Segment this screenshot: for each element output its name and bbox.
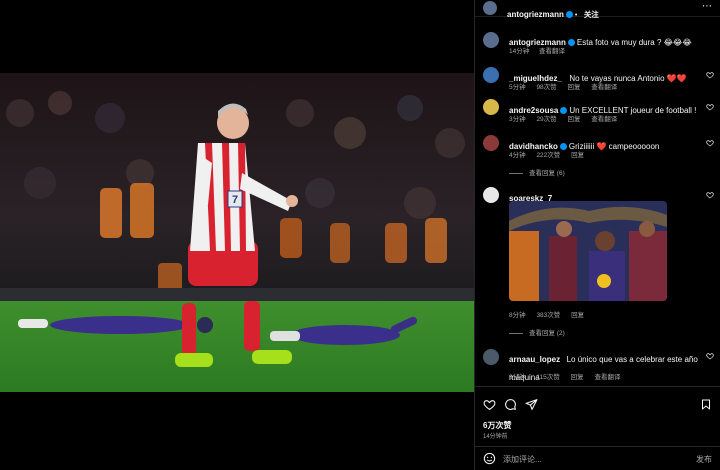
post-timestamp: 14分钟前 — [483, 434, 508, 440]
comment-icon[interactable] — [504, 398, 517, 411]
post-comment-button[interactable]: 发布 — [696, 454, 712, 465]
share-icon[interactable] — [525, 398, 538, 411]
like-count[interactable]: 6万次赞 — [483, 420, 511, 431]
commenter-avatar[interactable] — [483, 349, 499, 365]
commenter-avatar[interactable] — [483, 135, 499, 151]
post-media: 7 — [0, 0, 474, 470]
comments-panel: antogriezmann • 关注 ⋯ antogriezmann Esta fo… — [474, 0, 720, 470]
see-translation-link[interactable]: 查看翻译 — [591, 116, 617, 123]
commenter-avatar[interactable] — [483, 99, 499, 115]
comment-likes[interactable]: 115次赞 — [536, 374, 559, 381]
reply-button[interactable]: 回复 — [571, 312, 584, 319]
action-bar: 6万次赞 14分钟前 — [475, 386, 720, 440]
view-replies-button[interactable]: 查看回复 (2) — [509, 327, 565, 337]
comment-time: 8分钟 — [509, 312, 526, 319]
jersey-number: 7 — [232, 194, 238, 206]
reply-button[interactable]: 回复 — [571, 374, 584, 381]
view-replies-label: 查看回复 (2) — [529, 330, 565, 337]
comment-item: andre2sousa Un EXCELLENT joueur de footba… — [475, 96, 720, 124]
comment-item: arnaau_lopez Lo único que vas a celebrar… — [475, 346, 720, 382]
comment-image[interactable] — [509, 201, 667, 301]
reply-button[interactable]: 回复 — [567, 116, 580, 123]
comment-likes[interactable]: 98次赞 — [536, 84, 556, 91]
like-comment-icon[interactable] — [706, 103, 714, 111]
comment-username[interactable]: arnaau_lopez — [509, 355, 560, 364]
comment-time: 5分钟 — [509, 84, 526, 91]
comment-time: 3分钟 — [509, 374, 526, 381]
post-photo[interactable]: 7 — [0, 73, 474, 392]
comment-likes[interactable]: 383次赞 — [536, 312, 560, 319]
see-translation-link[interactable]: 查看翻译 — [594, 374, 620, 381]
see-translation-link[interactable]: 查看翻译 — [591, 84, 617, 91]
comment-likes[interactable]: 222次赞 — [536, 152, 560, 159]
like-comment-icon[interactable] — [706, 352, 714, 360]
follow-button[interactable]: 关注 — [584, 10, 599, 19]
commenter-avatar[interactable] — [483, 187, 499, 203]
like-comment-icon[interactable] — [706, 139, 714, 147]
commenter-avatar[interactable] — [483, 67, 499, 83]
comment-likes[interactable]: 29次赞 — [536, 116, 556, 123]
like-comment-icon[interactable] — [706, 71, 714, 79]
caption-avatar[interactable] — [483, 32, 499, 48]
view-replies-label: 查看回复 (6) — [529, 170, 565, 177]
verified-icon — [565, 11, 573, 18]
like-comment-icon[interactable] — [706, 191, 714, 199]
post-header: antogriezmann • 关注 ⋯ — [475, 0, 720, 19]
caption: antogriezmann Esta foto va muy dura ? 😂😂😂… — [475, 29, 720, 57]
reply-button[interactable]: 回复 — [571, 152, 584, 159]
author-avatar[interactable] — [483, 1, 497, 15]
comment-composer: 添加评论... 发布 — [475, 446, 720, 470]
reply-button[interactable]: 回复 — [567, 84, 580, 91]
emoji-icon[interactable] — [483, 452, 496, 465]
author-username[interactable]: antogriezmann — [507, 10, 564, 19]
like-icon[interactable] — [483, 398, 496, 411]
caption-time: 14分钟 — [509, 48, 530, 55]
comment-item: davidhancko Griziiiiii ❤️ campeooooon 4分钟… — [475, 132, 720, 178]
comment-time: 4分钟 — [509, 152, 526, 159]
see-translation-link[interactable]: 查看翻译 — [539, 48, 565, 55]
more-options-icon[interactable]: ⋯ — [702, 1, 712, 12]
save-icon[interactable] — [700, 398, 712, 411]
view-replies-button[interactable]: 查看回复 (6) — [509, 167, 565, 177]
comment-item: soareskz_7 8分钟 383次赞 回复 查看回复 (2) — [475, 184, 720, 339]
caption-text: Esta foto va muy dura ? 😂😂😂 — [576, 38, 692, 47]
comment-input[interactable]: 添加评论... — [503, 454, 542, 465]
comment-item: _miguelhdez_ No te vayas nunca Antonio ❤… — [475, 64, 720, 92]
comment-time: 3分钟 — [509, 116, 526, 123]
verified-icon — [567, 39, 575, 46]
